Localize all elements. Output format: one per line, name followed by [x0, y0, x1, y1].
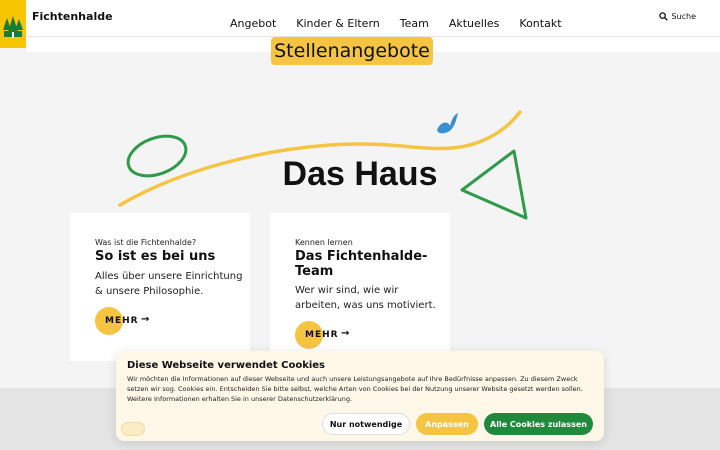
arrow-right-icon: → — [341, 328, 350, 339]
adjust-cookies-button[interactable]: Anpassen — [416, 413, 478, 435]
card-team: Kennen lernen Das Fichtenhalde-Team Wer … — [270, 213, 450, 361]
card-description: Alles über unsere Einrichtung & unsere P… — [95, 271, 243, 297]
cookie-settings-toggle[interactable] — [121, 422, 145, 436]
page-title: Das Haus — [282, 155, 438, 193]
arrow-right-icon: → — [141, 314, 150, 325]
card-description: Wer wir sind, wie wir arbeiten, was uns … — [295, 285, 436, 311]
more-label: MEHR — [305, 330, 339, 340]
card-kicker: Kennen lernen — [295, 238, 353, 247]
necessary-cookies-button[interactable]: Nur notwendige — [322, 413, 410, 435]
more-label: MEHR — [105, 316, 139, 326]
accept-all-cookies-button[interactable]: Alle Cookies zulassen — [484, 413, 593, 435]
card-so-ist-es: Was ist die Fichtenhalde? So ist es bei … — [70, 213, 250, 361]
more-button[interactable]: MEHR → — [95, 307, 149, 335]
card-title: Das Fichtenhalde-Team — [295, 249, 428, 279]
card-title: So ist es bei uns — [95, 249, 216, 264]
blue-bird-icon — [437, 113, 458, 134]
cookie-text: Wir möchten die Informationen auf dieser… — [127, 375, 583, 403]
more-button[interactable]: MEHR → — [295, 321, 349, 349]
cookie-banner: Diese Webseite verwendet Cookies Wir möc… — [116, 351, 604, 441]
cookie-title: Diese Webseite verwendet Cookies — [127, 360, 326, 371]
card-kicker: Was ist die Fichtenhalde? — [95, 238, 197, 247]
